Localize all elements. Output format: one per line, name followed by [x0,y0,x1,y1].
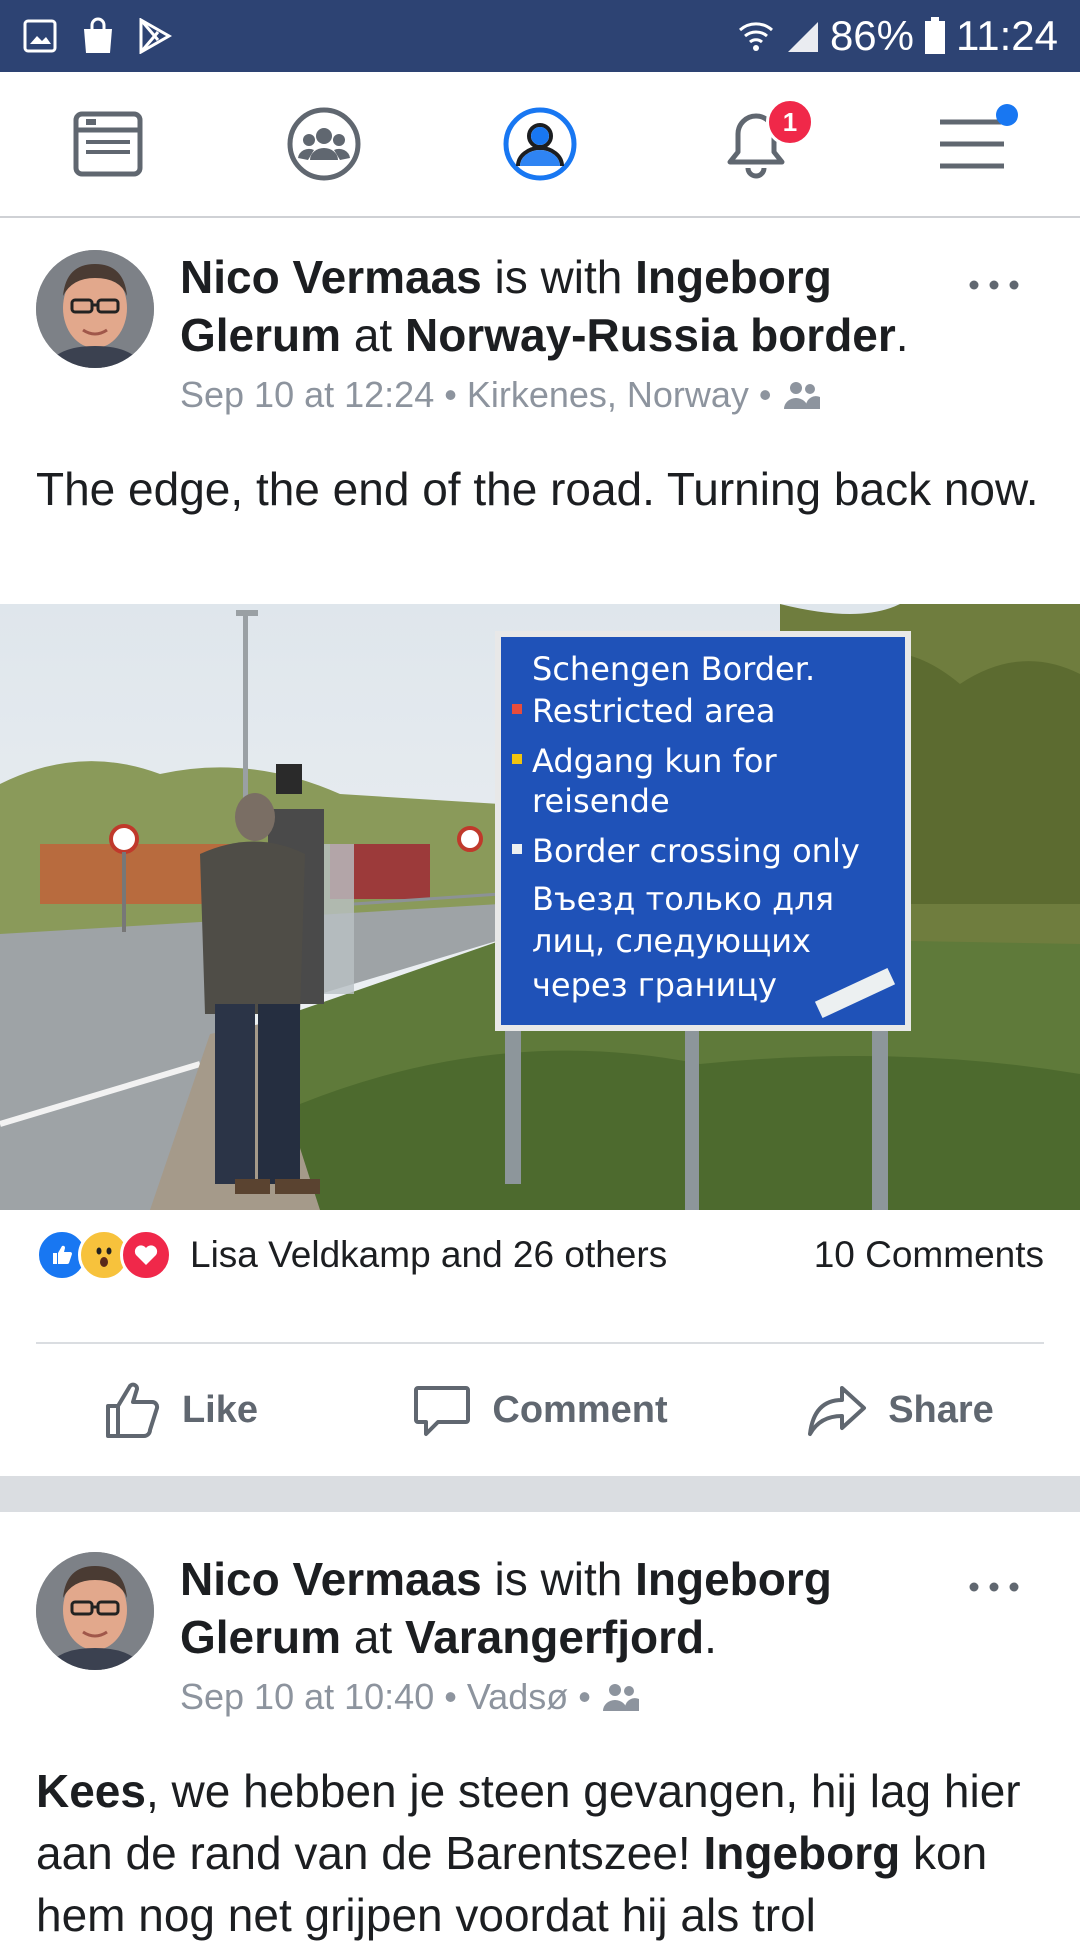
post-header: Nico Vermaas is with Ingeborg Glerum at … [180,1550,960,1666]
more-options-button[interactable] [964,1572,1024,1602]
news-feed-tab[interactable] [66,102,150,186]
author-name[interactable]: Nico Vermaas [180,251,482,303]
header-period: . [895,309,909,361]
post-time[interactable]: Sep 10 at 10:40 [180,1676,434,1718]
post-meta: Sep 10 at 10:40 • Vadsø • [180,1676,641,1718]
news-feed-icon [73,111,143,177]
post-text: The edge, the end of the road. Turning b… [36,463,1039,515]
post-divider [36,1342,1044,1344]
sign-line: Border crossing only [532,832,860,870]
feed-post: Nico Vermaas is with Ingeborg Glerum at … [0,1512,1080,1941]
sign-line: Въезд только для [532,880,834,918]
post-actions: Like Comment Share [0,1350,1080,1470]
sign-line: Restricted area [532,692,775,730]
share-label: Share [888,1388,994,1431]
like-icon [105,1382,160,1438]
menu-tab[interactable] [930,102,1018,186]
comment-icon [414,1386,471,1436]
notifications-tab[interactable]: 1 [714,98,814,186]
meta-separator: • [444,374,457,415]
meta-separator: • [444,1676,457,1717]
comment-button[interactable]: Comment [360,1350,720,1470]
comments-count[interactable]: 10 Comments [814,1234,1044,1276]
sign-line: лиц, следующих [532,922,811,960]
header-connector: at [341,1611,405,1663]
play-store-icon [138,18,172,54]
friends-icon [783,382,820,409]
header-connector: at [341,309,405,361]
clock: 11:24 [956,12,1058,59]
friends-icon [602,1684,639,1711]
feed-post: Nico Vermaas is with Ingeborg Glerum at … [0,218,1080,1476]
sign-line: Adgang kun for [532,742,777,780]
reactions-summary[interactable]: Lisa Veldkamp and 26 others 10 Comments [36,1220,1044,1290]
like-label: Like [181,1388,259,1431]
share-icon [808,1386,867,1436]
groups-icon [287,107,361,181]
avatar[interactable] [36,250,154,368]
mention[interactable]: Ingeborg [703,1827,900,1879]
header-connector: is with [481,1553,636,1605]
post-time[interactable]: Sep 10 at 12:24 [180,374,434,416]
menu-notification-dot [996,104,1018,126]
share-button[interactable]: Share [720,1350,1080,1470]
like-button[interactable]: Like [0,1350,360,1470]
post-meta: Sep 10 at 12:24 • Kirkenes, Norway • [180,374,822,416]
battery-icon [924,17,946,55]
meta-separator: • [758,374,772,415]
reactions-text: Lisa Veldkamp and 26 others [190,1234,668,1275]
status-bar: 86% 11:24 [0,0,1080,72]
gallery-icon [22,18,58,54]
header-period: . [704,1611,717,1663]
post-text: Kees, we hebben je steen gevangen, hij l… [36,1760,1046,1946]
header-connector: is with [481,251,636,303]
mention[interactable]: Kees [36,1765,146,1817]
shopping-bag-icon [80,17,116,55]
wifi-icon [738,18,774,54]
signal-icon [784,18,820,54]
post-location[interactable]: Vadsø [467,1676,568,1718]
more-icon [969,280,1019,290]
avatar[interactable] [36,1552,154,1670]
groups-tab[interactable] [282,102,366,186]
top-nav-bar: 1 [0,72,1080,218]
love-reaction-icon [120,1229,172,1281]
place-name[interactable]: Varangerfjord [405,1611,704,1663]
meta-separator: • [578,1676,591,1717]
sign-line: reisende [532,782,670,820]
notifications-badge: 1 [766,98,814,146]
battery-percent: 86% [829,12,914,59]
post-header: Nico Vermaas is with Ingeborg Glerum at … [180,248,960,364]
more-icon [969,1582,1019,1592]
post-location[interactable]: Kirkenes, Norway [467,374,749,416]
place-name[interactable]: Norway-Russia border [405,309,896,361]
profile-tab[interactable] [498,102,582,186]
post-photo[interactable]: Schengen Border. Restricted area Adgang … [0,604,1080,1210]
more-options-button[interactable] [964,270,1024,300]
sign-line: Schengen Border. [532,650,815,688]
profile-icon [503,107,577,181]
sign-line: через границу [532,966,777,1004]
feed-separator [0,1476,1080,1512]
comment-label: Comment [492,1388,668,1431]
author-name[interactable]: Nico Vermaas [180,1553,482,1605]
